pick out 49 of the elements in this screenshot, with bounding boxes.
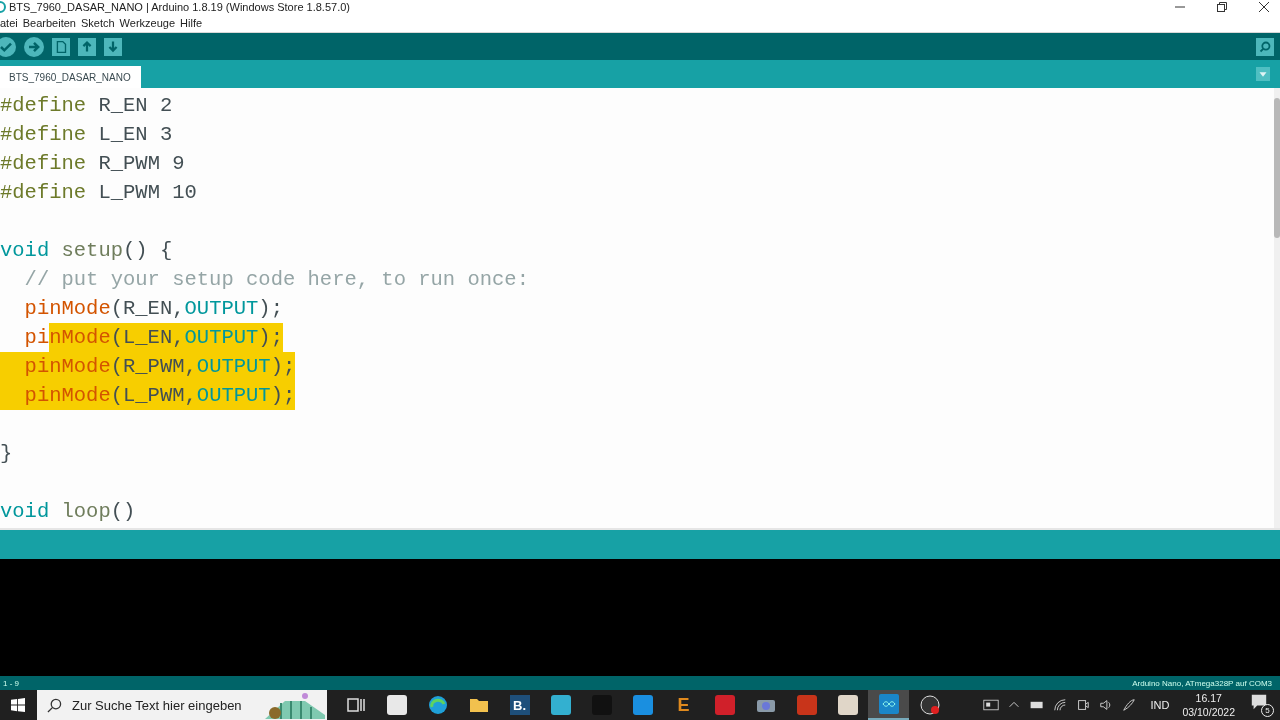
- window-title: BTS_7960_DASAR_NANO | Arduino 1.8.19 (Windows Store 1.8.57.0): [9, 1, 351, 13]
- search-icon: [47, 697, 62, 713]
- bridge-drawing: [263, 691, 327, 719]
- notification-icon[interactable]: [1250, 693, 1268, 711]
- close-icon[interactable]: [1258, 1, 1270, 13]
- news-icon[interactable]: [983, 698, 1000, 712]
- menu-item[interactable]: Hilfe: [180, 17, 203, 29]
- board-info: Arduino Nano, ATmega328P auf COM3: [1132, 678, 1272, 688]
- code-line: pinMode(L_PWM,OUTPUT);: [0, 381, 296, 410]
- scrollbar[interactable]: [1274, 88, 1280, 528]
- task-view-icon[interactable]: [345, 695, 366, 715]
- code-line: #define L_EN 3: [0, 122, 173, 148]
- code-line: // put your setup code here, to run once:: [23, 267, 529, 293]
- checkmark-icon[interactable]: [0, 36, 16, 57]
- app-icon[interactable]: [837, 695, 858, 715]
- search-field[interactable]: Zur Suche Text hier eingeben: [37, 690, 327, 720]
- code-line: pinMode(R_PWM,OUTPUT);: [0, 352, 296, 381]
- menu-item[interactable]: Bearbeiten: [22, 17, 76, 29]
- app-icon[interactable]: [550, 695, 571, 715]
- windows-start-icon[interactable]: [11, 698, 25, 712]
- code-line: #define L_PWM 10: [0, 180, 197, 206]
- code-line: #define R_PWM 9: [0, 151, 185, 177]
- menu-item[interactable]: Werkzeuge: [119, 17, 176, 29]
- browser-icon[interactable]: [427, 695, 448, 715]
- code-line: void loop(): [0, 499, 136, 525]
- file-tab[interactable]: BTS_7960_DASAR_NANO: [0, 66, 141, 88]
- search-icon[interactable]: [1256, 37, 1274, 56]
- new-file-icon[interactable]: [52, 37, 70, 56]
- code-line: void setup() {: [0, 238, 173, 264]
- pen-icon[interactable]: [1121, 698, 1138, 712]
- code-line: pinMode(L_EN,OUTPUT);: [0, 323, 283, 352]
- code-line: }: [0, 441, 13, 467]
- app-icon[interactable]: B.: [509, 695, 530, 715]
- app-icon[interactable]: E: [673, 695, 694, 715]
- clock[interactable]: 16.17 03/10/2022: [1182, 691, 1235, 719]
- restore-icon[interactable]: [1216, 1, 1228, 13]
- menu-item[interactable]: Sketch: [80, 17, 115, 29]
- arrow-right-icon[interactable]: [24, 36, 44, 57]
- record-icon[interactable]: [919, 695, 940, 715]
- notification-count: 5: [1261, 704, 1274, 717]
- code-line: #define R_EN 2: [0, 93, 173, 119]
- line-indicator: 1 - 9: [3, 678, 19, 688]
- camera-icon[interactable]: [1075, 698, 1092, 712]
- app-icon[interactable]: [386, 695, 407, 715]
- infinity-icon[interactable]: [878, 694, 899, 714]
- search-input[interactable]: Zur Suche Text hier eingeben: [70, 696, 263, 714]
- menu-item[interactable]: atei: [0, 17, 18, 29]
- language-indicator[interactable]: IND: [1150, 699, 1170, 711]
- code-line: pinMode(R_EN,OUTPUT);: [23, 296, 283, 322]
